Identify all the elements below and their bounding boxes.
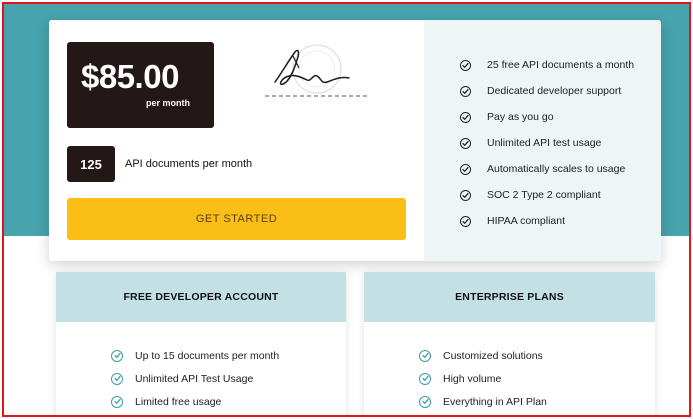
feature-item: SOC 2 Type 2 compliant — [460, 182, 634, 208]
api-plan-card: $85.00 per month 125 API documents per m… — [49, 20, 661, 261]
price-amount: $85.00 — [81, 58, 179, 95]
plan-feature-text: Up to 15 documents per month — [135, 349, 280, 362]
signature-graphic — [265, 44, 367, 97]
check-circle-icon — [111, 372, 123, 385]
plan-feature-text: High volume — [443, 372, 502, 385]
plan-feature-item: Everything in API Plan — [419, 390, 547, 413]
plan-feature-item: Unlimited API Test Usage — [111, 367, 279, 390]
enterprise-plan-card: ENTERPRISE PLANS Customized solutions Hig… — [364, 272, 655, 415]
check-circle-icon — [419, 349, 431, 362]
check-circle-icon — [419, 395, 431, 408]
plan-feature-text: Unlimited API Test Usage — [135, 372, 254, 385]
plan-feature-text: Limited free usage — [135, 395, 222, 408]
check-circle-icon — [460, 189, 471, 201]
feature-item: Automatically scales to usage — [460, 156, 634, 182]
enterprise-plan-feature-list: Customized solutions High volume Everythin… — [419, 344, 547, 413]
check-circle-icon — [419, 372, 431, 385]
plan-feature-item: Customized solutions — [419, 344, 547, 367]
feature-item: Pay as you go — [460, 104, 634, 130]
price-box: $85.00 per month — [67, 42, 214, 128]
feature-text: HIPAA compliant — [487, 215, 566, 227]
feature-text: Automatically scales to usage — [487, 163, 626, 175]
check-circle-icon — [460, 137, 471, 149]
free-plan-feature-list: Up to 15 documents per month Unlimited AP… — [111, 344, 279, 413]
feature-list: 25 free API documents a month Dedicated d… — [460, 52, 634, 234]
feature-item: HIPAA compliant — [460, 208, 634, 234]
feature-text: SOC 2 Type 2 compliant — [487, 189, 601, 201]
check-circle-icon — [460, 111, 471, 123]
plan-features-panel: 25 free API documents a month Dedicated d… — [424, 20, 661, 261]
check-circle-icon — [460, 163, 471, 175]
plan-feature-text: Everything in API Plan — [443, 395, 547, 408]
feature-text: 25 free API documents a month — [487, 59, 635, 71]
plan-title: FREE DEVELOPER ACCOUNT — [56, 272, 346, 322]
check-circle-icon — [460, 59, 471, 71]
get-started-button[interactable]: GET STARTED — [67, 198, 406, 240]
check-circle-icon — [111, 349, 123, 362]
feature-item: Dedicated developer support — [460, 78, 634, 104]
feature-text: Pay as you go — [487, 111, 554, 123]
plan-title: ENTERPRISE PLANS — [364, 272, 655, 322]
quantity-label: API documents per month — [125, 158, 253, 170]
plan-feature-item: Limited free usage — [111, 390, 279, 413]
feature-text: Dedicated developer support — [487, 85, 622, 97]
plan-feature-text: Customized solutions — [443, 349, 543, 362]
check-circle-icon — [111, 395, 123, 408]
plan-feature-item: High volume — [419, 367, 547, 390]
check-circle-icon — [460, 85, 471, 97]
plan-summary: $85.00 per month 125 API documents per m… — [49, 20, 424, 261]
screenshot-frame: $85.00 per month 125 API documents per m… — [2, 2, 691, 417]
feature-text: Unlimited API test usage — [487, 137, 602, 149]
price-period: per month — [146, 98, 190, 108]
feature-item: 25 free API documents a month — [460, 52, 634, 78]
plan-feature-item: Up to 15 documents per month — [111, 344, 279, 367]
quantity-stepper[interactable]: 125 — [67, 146, 115, 182]
check-circle-icon — [460, 215, 471, 227]
free-developer-plan-card: FREE DEVELOPER ACCOUNT Up to 15 document… — [56, 272, 346, 415]
feature-item: Unlimited API test usage — [460, 130, 634, 156]
